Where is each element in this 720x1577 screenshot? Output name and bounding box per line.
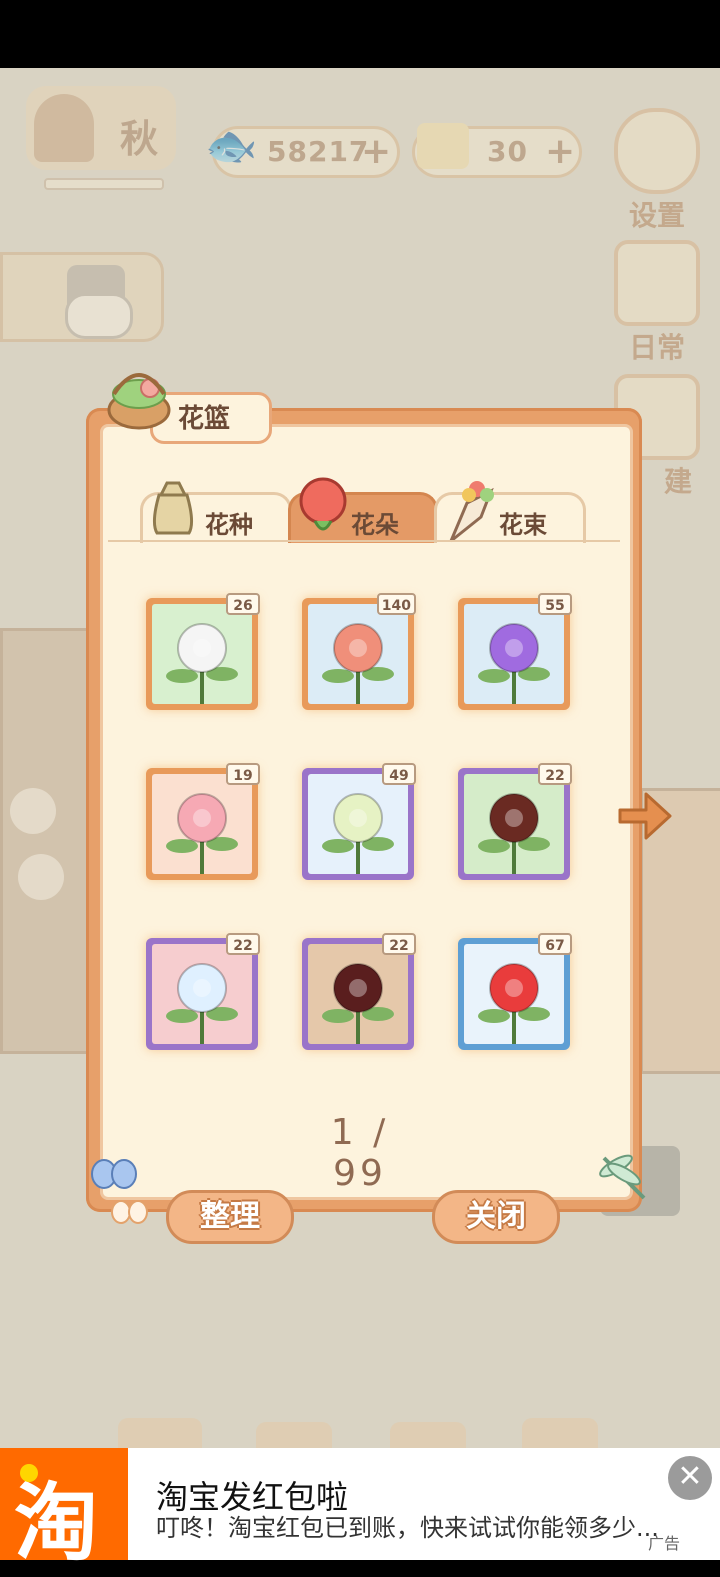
seed-bag-icon (152, 481, 194, 535)
page-indicator: 1 / 99 (330, 1112, 390, 1194)
flower-count-badge: 67 (538, 933, 572, 955)
flower-item[interactable]: 67 (458, 933, 572, 1050)
tree-icon (34, 94, 94, 162)
flower-image (464, 774, 564, 874)
close-panel-button[interactable]: 关闭 (432, 1190, 560, 1244)
bottom-item[interactable] (118, 1418, 202, 1448)
bottom-item[interactable] (522, 1418, 598, 1448)
season-badge[interactable]: 秋 (26, 86, 176, 190)
flower-image (308, 944, 408, 1044)
flower-count-badge: 22 (382, 933, 416, 955)
bottom-item[interactable] (390, 1422, 466, 1448)
bottom-item[interactable] (256, 1422, 332, 1448)
tab-flowers-label: 花朵 (351, 511, 399, 539)
cheese-count: 30 (487, 135, 528, 168)
fish-currency[interactable]: 🐟 58217 + (205, 121, 400, 178)
logo-dot (20, 1464, 38, 1482)
daily-label: 日常 (628, 331, 685, 364)
season-progress (44, 178, 164, 190)
settings-label: 设置 (628, 199, 685, 232)
play-icon (65, 293, 133, 339)
settings-button[interactable]: 设置 (614, 108, 700, 234)
flower-image (464, 944, 564, 1044)
flower-item[interactable]: 49 (302, 763, 416, 880)
ad-tag: 广告 (648, 1534, 681, 1553)
ad-close-icon[interactable]: ✕ (668, 1456, 712, 1500)
tab-divider (108, 540, 620, 542)
flower-count-badge: 19 (226, 763, 260, 785)
flower-count-badge: 49 (382, 763, 416, 785)
next-page-arrow-icon[interactable] (618, 790, 672, 842)
daily-button[interactable]: 日常 (614, 240, 700, 366)
tab-seeds-label: 花种 (205, 511, 253, 539)
lamp-globe (18, 854, 64, 900)
panel-title: 花篮 (178, 404, 231, 434)
status-bar (0, 0, 720, 68)
video-backpack-button[interactable] (0, 252, 164, 342)
flower-image (308, 604, 408, 704)
butterfly-icon (91, 1159, 137, 1189)
sort-button[interactable]: 整理 (166, 1190, 294, 1244)
tab-bouquets-label: 花束 (499, 511, 547, 539)
flower-count-badge: 140 (376, 593, 416, 615)
rose-icon (299, 477, 347, 531)
house-left (0, 628, 96, 1054)
flower-count-badge: 26 (226, 593, 260, 615)
flower-image (464, 604, 564, 704)
flower-image (152, 774, 252, 874)
flower-count-badge: 22 (226, 933, 260, 955)
ad-description: 叮咚！淘宝红包已到账，快来试试你能领多少... (156, 1514, 659, 1542)
basket-icon (107, 373, 171, 430)
bouquet-icon (449, 481, 494, 543)
flower-item[interactable]: 19 (146, 763, 260, 880)
add-cheese-icon[interactable]: + (545, 131, 576, 172)
flower-item[interactable]: 22 (458, 763, 572, 880)
dragonfly-icon (599, 1154, 646, 1200)
flower-item[interactable]: 22 (146, 933, 260, 1050)
flower-count-badge: 22 (538, 763, 572, 785)
lamp-globe (10, 788, 56, 834)
tab-flowers[interactable]: 花朵 (288, 477, 438, 543)
cheese-currency[interactable]: 30 + (412, 123, 582, 178)
flower-item[interactable]: 22 (302, 933, 416, 1050)
add-fish-icon[interactable]: + (361, 131, 392, 172)
season-label: 秋 (120, 117, 160, 161)
tab-bouquets[interactable]: 花束 (434, 481, 586, 543)
flower-count-badge: 55 (538, 593, 572, 615)
butterfly-icon (111, 1200, 148, 1224)
tab-seeds[interactable]: 花种 (140, 481, 292, 543)
gear-icon (614, 108, 700, 194)
fish-icon: 🐟 (205, 121, 258, 170)
flower-item[interactable]: 140 (302, 593, 416, 710)
flower-image (152, 944, 252, 1044)
flower-item[interactable]: 55 (458, 593, 572, 710)
notepad-icon (614, 240, 700, 326)
flower-image (308, 774, 408, 874)
flower-image (152, 604, 252, 704)
flower-item[interactable]: 26 (146, 593, 260, 710)
cheese-icon (417, 123, 469, 169)
fish-count: 58217 (267, 135, 370, 168)
